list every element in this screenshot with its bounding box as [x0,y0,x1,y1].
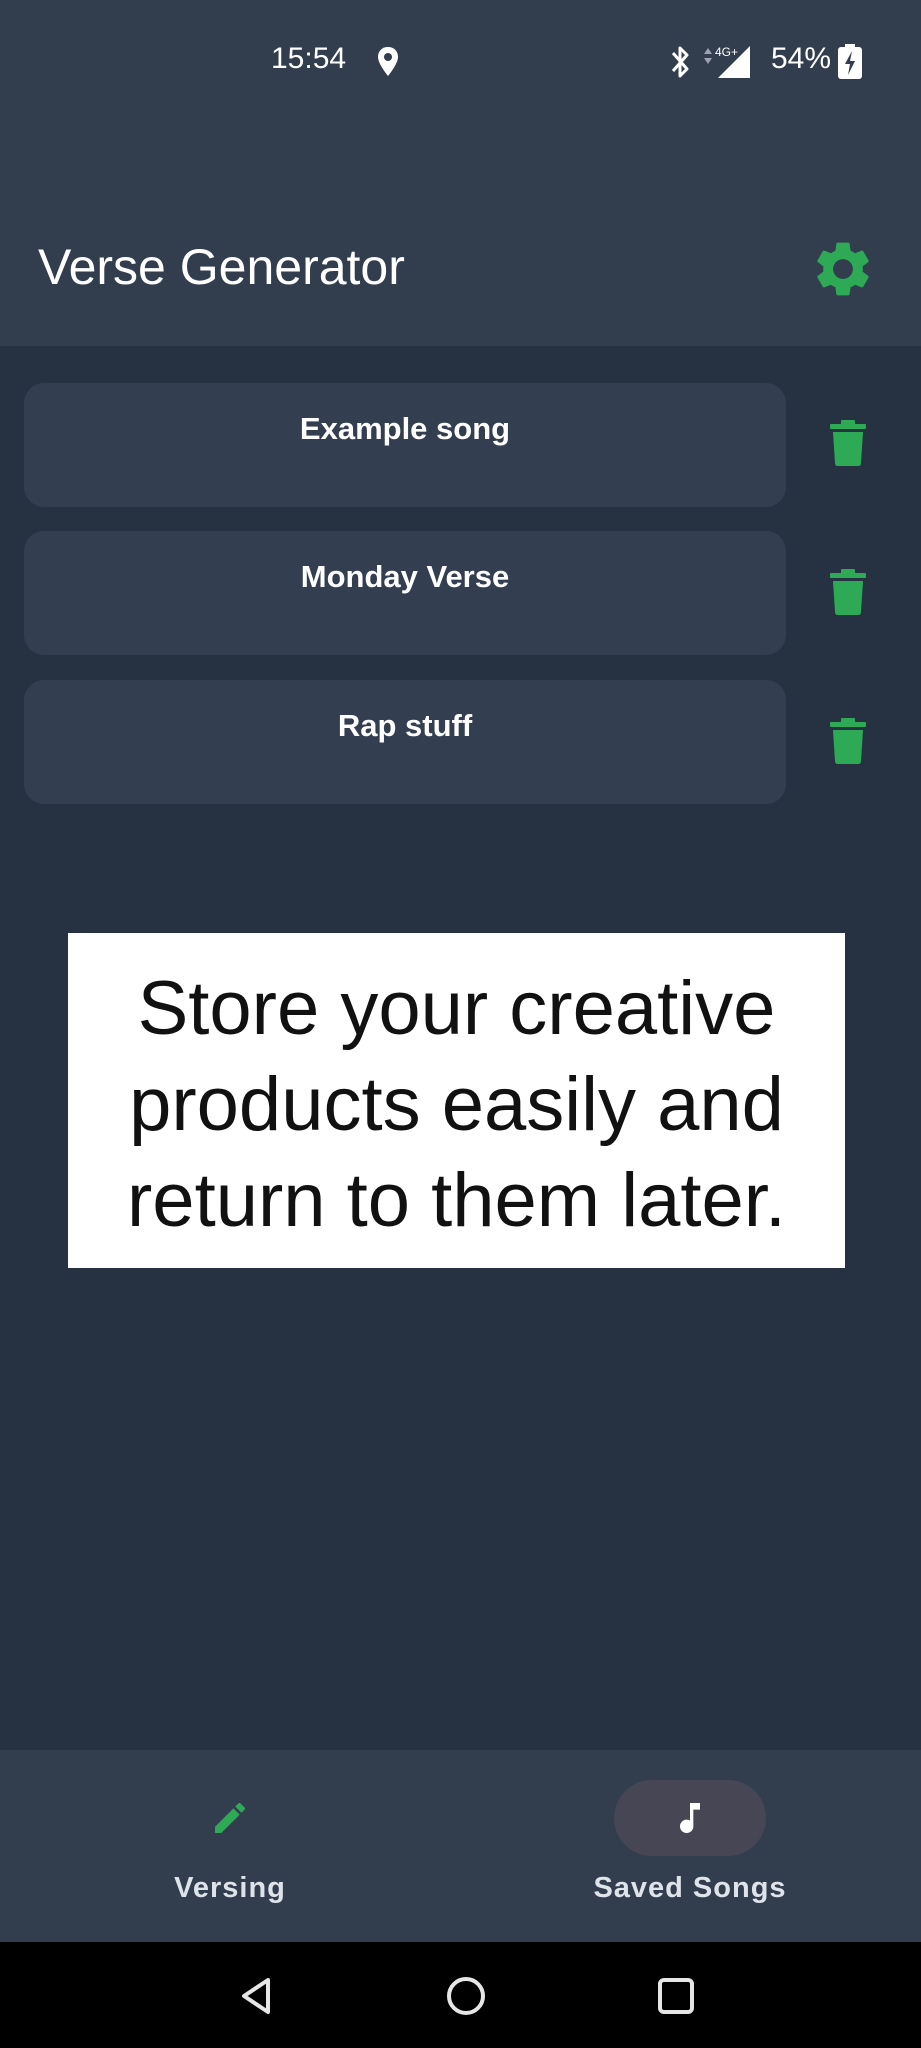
bluetooth-icon [671,46,689,78]
nav-saved-songs[interactable]: Saved Songs [540,1750,840,1942]
recents-icon[interactable] [652,1972,700,2020]
nav-label: Versing [174,1872,286,1904]
promo-caption: Store your creative products easily and … [68,933,845,1268]
status-bar: 15:54 4G+ 54% [0,0,921,120]
app-title: Verse Generator [38,239,405,295]
network-type: 4G+ [715,45,738,59]
song-title: Example song [299,411,511,446]
trash-icon[interactable] [830,420,866,466]
song-item[interactable]: Monday Verse [24,531,786,655]
app-header: 15:54 4G+ 54% Verse Generator [0,0,921,346]
song-item[interactable]: Example song [24,383,786,507]
back-icon[interactable] [232,1972,280,2020]
song-title: Rap stuff [337,708,473,743]
nav-label: Saved Songs [593,1872,787,1904]
music-note-icon [680,1803,700,1833]
location-icon [378,47,398,76]
trash-icon[interactable] [830,569,866,615]
song-item[interactable]: Rap stuff [24,680,786,804]
home-icon[interactable] [442,1972,490,2020]
signal-icon: 4G+ [704,45,750,78]
system-navigation-bar [0,1942,921,2048]
battery-level: 54% [771,42,832,75]
trash-icon[interactable] [830,718,866,764]
promo-line: Store your creative [137,966,776,1051]
bottom-navigation: Versing Saved Songs [0,1750,921,1942]
status-time: 15:54 [271,42,347,75]
promo-line: products easily and [129,1062,784,1147]
nav-versing[interactable]: Versing [80,1750,380,1942]
promo-line: return to them later. [127,1158,786,1243]
gear-icon[interactable] [810,236,876,302]
battery-charging-icon [838,44,862,79]
song-title: Monday Verse [300,559,510,594]
pencil-icon [215,1802,246,1833]
